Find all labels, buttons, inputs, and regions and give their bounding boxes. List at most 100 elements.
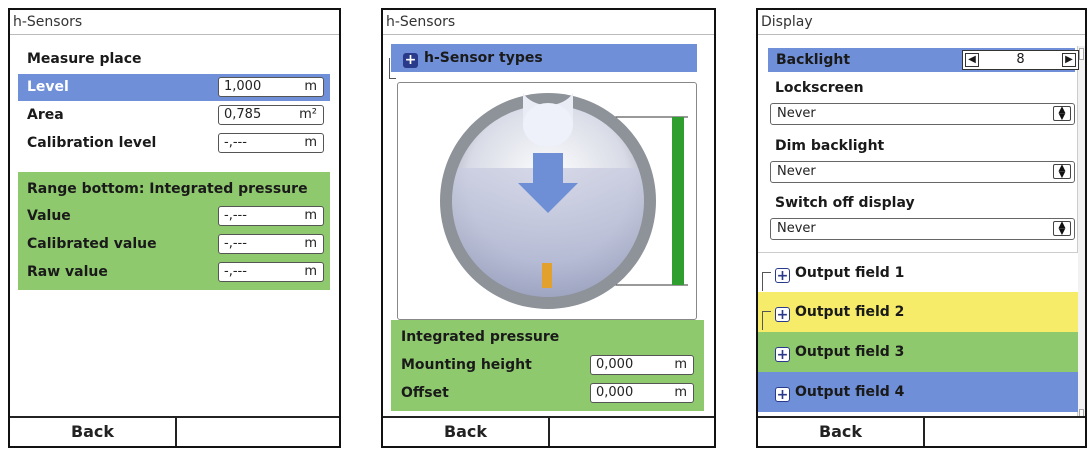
output-field-2-row[interactable]: + Output field 2 [758, 292, 1078, 332]
raw-value-field[interactable]: -,--- m [218, 262, 324, 282]
output-field-4-label: Output field 4 [795, 384, 905, 400]
calibration-level-unit: m [304, 135, 317, 150]
increase-arrow-icon[interactable]: ▶ [1062, 53, 1076, 67]
back-button[interactable]: Back [10, 418, 175, 446]
back-button[interactable]: Back [383, 418, 548, 446]
expand-plus-icon: + [775, 268, 790, 284]
tree-bracket [762, 311, 771, 330]
tree-bracket [389, 58, 396, 79]
output-field-1-label: Output field 1 [795, 265, 905, 281]
updown-arrows-icon[interactable]: ▲ ▼ [1053, 221, 1071, 237]
raw-value-row[interactable]: Raw value -,--- m [18, 259, 330, 286]
value-value: -,--- [224, 208, 247, 223]
mounting-height-field[interactable]: 0,000 m [590, 355, 694, 375]
calibration-level-label: Calibration level [27, 135, 157, 151]
range-bottom-heading-row: Range bottom: Integrated pressure [18, 176, 330, 203]
range-bottom-group: Range bottom: Integrated pressure Value … [18, 172, 330, 290]
raw-value-value: -,--- [224, 264, 247, 279]
switch-off-display-label: Switch off display [775, 195, 915, 211]
expand-plus-icon: + [775, 307, 790, 323]
softkey-bar: Back [383, 416, 714, 446]
integrated-pressure-group: Integrated pressure Mounting height 0,00… [391, 320, 704, 411]
offset-unit: m [674, 385, 687, 400]
integrated-pressure-heading: Integrated pressure [401, 329, 560, 345]
softkey-bar: Back [10, 416, 339, 446]
mounting-height-unit: m [674, 357, 687, 372]
raw-value-label: Raw value [27, 264, 108, 280]
integrated-pressure-sensor-graphic [440, 93, 688, 309]
mounting-height-label: Mounting height [401, 357, 532, 373]
area-label: Area [27, 107, 64, 123]
level-unit: m [304, 79, 317, 94]
screen-title: h-Sensors [383, 10, 714, 35]
offset-field[interactable]: 0,000 m [590, 383, 694, 403]
calibrated-value-field[interactable]: -,--- m [218, 234, 324, 254]
backlight-value: 8 [1016, 52, 1025, 67]
backlight-label: Backlight [776, 52, 851, 68]
calibrated-value-value: -,--- [224, 236, 247, 251]
measure-place-heading: Measure place [27, 51, 142, 67]
area-row[interactable]: Area 0,785 m² [10, 102, 339, 129]
tree-bracket [762, 272, 771, 291]
level-value: 1,000 [224, 79, 262, 94]
expand-plus-icon: + [775, 347, 790, 363]
offset-row[interactable]: Offset 0,000 m [391, 380, 704, 407]
value-label: Value [27, 208, 71, 224]
dim-backlight-label: Dim backlight [775, 138, 885, 154]
switch-off-display-value: Never [777, 221, 816, 236]
backlight-row[interactable]: Backlight ◀ 8 ▶ [768, 48, 1079, 72]
h-sensors-measure-place-screen: h-Sensors Measure place Level 1,000 m Ar… [8, 8, 341, 448]
lockscreen-select[interactable]: Never ▲ ▼ [770, 103, 1075, 125]
offset-label: Offset [401, 385, 449, 401]
offset-value: 0,000 [596, 385, 634, 400]
screen-title: Display [758, 10, 1085, 35]
expand-plus-icon: + [403, 52, 418, 68]
calibration-level-row[interactable]: Calibration level -,--- m [10, 130, 339, 157]
lockscreen-value: Never [777, 106, 816, 121]
sensor-illustration-panel [397, 82, 697, 320]
output-field-4-row[interactable]: + Output field 4 [758, 372, 1078, 412]
output-field-3-label: Output field 3 [795, 344, 905, 360]
scrollbar-thumb[interactable] [1079, 48, 1084, 60]
value-field[interactable]: -,--- m [218, 206, 324, 226]
scrollbar[interactable] [1077, 46, 1085, 421]
calibration-level-value: -,--- [224, 135, 247, 150]
area-unit: m² [299, 107, 317, 122]
h-sensor-types-label: h-Sensor types [424, 50, 543, 66]
h-sensors-types-screen: h-Sensors + h-Sensor types Integrated pr… [381, 8, 716, 448]
screen-title: h-Sensors [10, 10, 339, 35]
level-field[interactable]: 1,000 m [218, 77, 324, 97]
output-field-2-label: Output field 2 [795, 304, 905, 320]
switch-off-display-select[interactable]: Never ▲ ▼ [770, 218, 1075, 240]
h-sensor-types-group-header[interactable]: + h-Sensor types [391, 44, 697, 72]
integrated-pressure-heading-row: Integrated pressure [391, 324, 704, 351]
decrease-arrow-icon[interactable]: ◀ [965, 53, 979, 67]
output-field-1-row[interactable]: + Output field 1 [758, 252, 1078, 293]
mounting-height-row[interactable]: Mounting height 0,000 m [391, 352, 704, 379]
value-row[interactable]: Value -,--- m [18, 203, 330, 230]
level-row[interactable]: Level 1,000 m [18, 74, 330, 101]
calibration-level-field[interactable]: -,--- m [218, 133, 324, 153]
backlight-spinner[interactable]: ◀ 8 ▶ [962, 50, 1079, 70]
lockscreen-label: Lockscreen [775, 80, 864, 96]
display-settings-screen: Display Backlight ◀ 8 ▶ Lockscreen Never… [756, 8, 1087, 448]
calibrated-value-row[interactable]: Calibrated value -,--- m [18, 231, 330, 258]
softkey-bar: Back [758, 416, 1085, 446]
area-value: 0,785 [224, 107, 262, 122]
right-softkey[interactable] [177, 418, 339, 446]
area-field[interactable]: 0,785 m² [218, 105, 324, 125]
mounting-height-value: 0,000 [596, 357, 634, 372]
level-label: Level [27, 79, 69, 95]
back-button[interactable]: Back [758, 418, 923, 446]
right-softkey[interactable] [550, 418, 714, 446]
dim-backlight-select[interactable]: Never ▲ ▼ [770, 161, 1075, 183]
right-softkey[interactable] [925, 418, 1085, 446]
dim-backlight-value: Never [777, 164, 816, 179]
calibrated-value-label: Calibrated value [27, 236, 157, 252]
raw-value-unit: m [304, 264, 317, 279]
output-field-3-row[interactable]: + Output field 3 [758, 332, 1078, 372]
updown-arrows-icon[interactable]: ▲ ▼ [1053, 164, 1071, 180]
updown-arrows-icon[interactable]: ▲ ▼ [1053, 106, 1071, 122]
value-unit: m [304, 208, 317, 223]
expand-plus-icon: + [775, 387, 790, 403]
